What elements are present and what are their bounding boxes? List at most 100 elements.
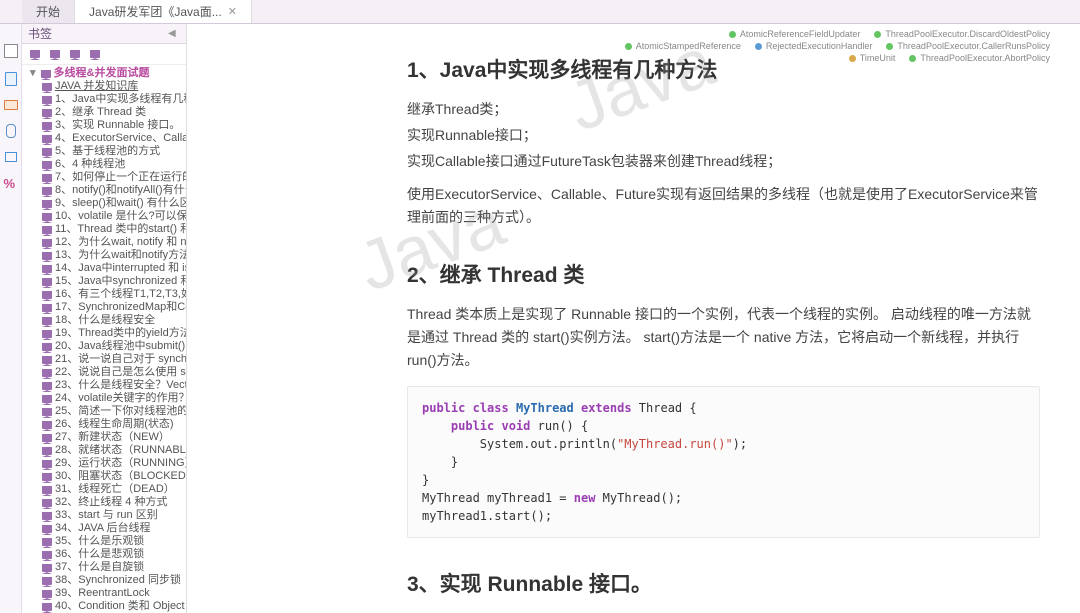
tree-item[interactable]: 2、继承 Thread 类 [40, 106, 186, 119]
tree-item-label: 34、JAVA 后台线程 [55, 522, 151, 535]
tag-item[interactable]: AtomicReferenceFieldUpdater [729, 29, 861, 39]
tree-item[interactable]: 9、sleep()和wait() 有什么区别? [40, 197, 186, 210]
bookmark-icon [42, 226, 52, 234]
bookmark-nav-icon[interactable] [68, 47, 82, 61]
tree-item[interactable]: 6、4 种线程池 [40, 158, 186, 171]
bookmark-icon [42, 499, 52, 507]
tree-item[interactable]: 37、什么是自旋锁 [40, 561, 186, 574]
tag-item[interactable]: AtomicStampedReference [625, 41, 741, 51]
bookmark-icon [42, 447, 52, 455]
tree-item[interactable]: 15、Java中synchronized 和 Ree [40, 275, 186, 288]
tree-item[interactable]: JAVA 并发知识库 [40, 80, 186, 93]
tag-item[interactable]: RejectedExecutionHandler [755, 41, 873, 51]
tree-item[interactable]: 31、线程死亡（DEAD） [40, 483, 186, 496]
tree-item[interactable]: 27、新建状态（NEW） [40, 431, 186, 444]
dot-icon [886, 43, 893, 50]
tree-item[interactable]: 16、有三个线程T1,T2,T3,如何保 [40, 288, 186, 301]
tab-label: Java研发军团《Java面... [89, 3, 222, 20]
bookmark-icon [42, 343, 52, 351]
tree-item[interactable]: 3、实现 Runnable 接口。 [40, 119, 186, 132]
pages-icon[interactable] [4, 44, 18, 58]
tag-item[interactable]: ThreadPoolExecutor.CallerRunsPolicy [886, 41, 1050, 51]
tree-item[interactable]: 30、阻塞状态（BLOCKED） [40, 470, 186, 483]
tree-item-label: 20、Java线程池中submit() 和 e [55, 340, 186, 353]
tree-item[interactable]: 22、说说自己是怎么使用 synch [40, 366, 186, 379]
expand-all-icon[interactable] [28, 47, 42, 61]
bookmark-icon [42, 148, 52, 156]
tree-item[interactable]: 36、什么是悲观锁 [40, 548, 186, 561]
bookmark-icon [42, 369, 52, 377]
document-icon[interactable] [5, 72, 17, 86]
tree-root[interactable]: 多线程&并发面试题 [30, 67, 186, 80]
close-icon[interactable]: ✕ [228, 5, 237, 18]
attachment-icon[interactable] [6, 124, 16, 138]
tree-item[interactable]: 28、就绪状态（RUNNABLE） [40, 444, 186, 457]
tree-item-label: 25、简述一下你对线程池的理解 [55, 405, 186, 418]
tree-item[interactable]: 7、如何停止一个正在运行的线程 [40, 171, 186, 184]
tree-item[interactable]: 26、线程生命周期(状态) [40, 418, 186, 431]
tree-item-label: 11、Thread 类中的start() 和 run [55, 223, 186, 236]
tree-item-label: 16、有三个线程T1,T2,T3,如何保 [55, 288, 186, 301]
tree-item[interactable]: 19、Thread类中的yield方法有什 [40, 327, 186, 340]
tree-item-label: 14、Java中interrupted 和 isInte [55, 262, 186, 275]
bookmark-icon [42, 304, 52, 312]
book-icon[interactable] [4, 100, 18, 110]
tree-item[interactable]: 35、什么是乐观锁 [40, 535, 186, 548]
collapse-icon[interactable]: ◀ [168, 28, 180, 40]
tag-item[interactable]: TimeUnit [849, 53, 896, 63]
tree-item[interactable]: 23、什么是线程安全？Vector是 [40, 379, 186, 392]
tree-item[interactable]: 8、notify()和notifyAll()有什么区 [40, 184, 186, 197]
tree-item[interactable]: 24、volatile关键字的作用？ [40, 392, 186, 405]
tree-item[interactable]: 20、Java线程池中submit() 和 e [40, 340, 186, 353]
tag-item[interactable]: ThreadPoolExecutor.DiscardOldestPolicy [874, 29, 1050, 39]
tree-item[interactable]: 21、说一说自己对于 synchroniz [40, 353, 186, 366]
bookmark-icon [42, 590, 52, 598]
bookmark-icon [42, 460, 52, 468]
tree-item[interactable]: 39、ReentrantLock [40, 587, 186, 600]
bookmark-icon [42, 356, 52, 364]
bookmark-icon [42, 239, 52, 247]
tree-item-label: 27、新建状态（NEW） [55, 431, 170, 444]
top-right-tags: AtomicReferenceFieldUpdater ThreadPoolEx… [625, 29, 1050, 65]
tree-item[interactable]: 1、Java中实现多线程有几种方法 [40, 93, 186, 106]
tree-item[interactable]: 17、SynchronizedMap和Concur [40, 301, 186, 314]
tree-item[interactable]: 4、ExecutorService、Callable、 [40, 132, 186, 145]
tree-item[interactable]: 18、什么是线程安全 [40, 314, 186, 327]
tree-item-label: 17、SynchronizedMap和Concur [55, 301, 186, 314]
dot-icon [625, 43, 632, 50]
bookmark-icon [42, 408, 52, 416]
tree-item-label: 19、Thread类中的yield方法有什 [55, 327, 186, 340]
tree-item[interactable]: 32、终止线程 4 种方式 [40, 496, 186, 509]
panel-icon[interactable] [5, 152, 17, 162]
paragraph: 使用ExecutorService、Callable、Future实现有返回结果… [407, 183, 1040, 229]
tree-item[interactable]: 12、为什么wait, notify 和 notify [40, 236, 186, 249]
paragraph: Thread 类本质上是实现了 Runnable 接口的一个实例，代表一个线程的… [407, 303, 1040, 372]
tree-item-label: 15、Java中synchronized 和 Ree [55, 275, 186, 288]
tree-item[interactable]: 5、基于线程池的方式 [40, 145, 186, 158]
tree-item[interactable]: 25、简述一下你对线程池的理解 [40, 405, 186, 418]
bookmark-icon [42, 603, 52, 611]
tree-item-label: 4、ExecutorService、Callable、 [55, 132, 186, 145]
tree-item[interactable]: 13、为什么wait和notify方法要在 [40, 249, 186, 262]
sidebar-title: 书签 [28, 25, 52, 42]
section-heading-3: 3、实现 Runnable 接口。 [407, 568, 1040, 598]
tree-item[interactable]: 34、JAVA 后台线程 [40, 522, 186, 535]
bookmark-tree[interactable]: 多线程&并发面试题 JAVA 并发知识库1、Java中实现多线程有几种方法2、继… [22, 65, 186, 613]
tree-item[interactable]: 10、volatile 是什么?可以保证有 [40, 210, 186, 223]
tag-item[interactable]: ThreadPoolExecutor.AbortPolicy [909, 53, 1050, 63]
tree-item[interactable]: 11、Thread 类中的start() 和 run [40, 223, 186, 236]
tree-item[interactable]: 33、start 与 run 区别 [40, 509, 186, 522]
tab-start[interactable]: 开始 [22, 0, 75, 23]
tree-item[interactable]: 40、Condition 类和 Object 类锁 [40, 600, 186, 613]
tree-item[interactable]: 14、Java中interrupted 和 isInte [40, 262, 186, 275]
signature-icon[interactable]: % [4, 176, 18, 190]
document-content[interactable]: AtomicReferenceFieldUpdater ThreadPoolEx… [187, 24, 1080, 613]
tree-item[interactable]: 29、运行状态（RUNNING） [40, 457, 186, 470]
bookmark-delete-icon[interactable] [88, 47, 102, 61]
bookmark-icon [42, 278, 52, 286]
bookmark-add-icon[interactable] [48, 47, 62, 61]
bookmark-icon [42, 122, 52, 130]
tree-item[interactable]: 38、Synchronized 同步锁 [40, 574, 186, 587]
tab-java-doc[interactable]: Java研发军团《Java面... ✕ [75, 0, 252, 23]
tree-item-label: 10、volatile 是什么?可以保证有 [55, 210, 186, 223]
